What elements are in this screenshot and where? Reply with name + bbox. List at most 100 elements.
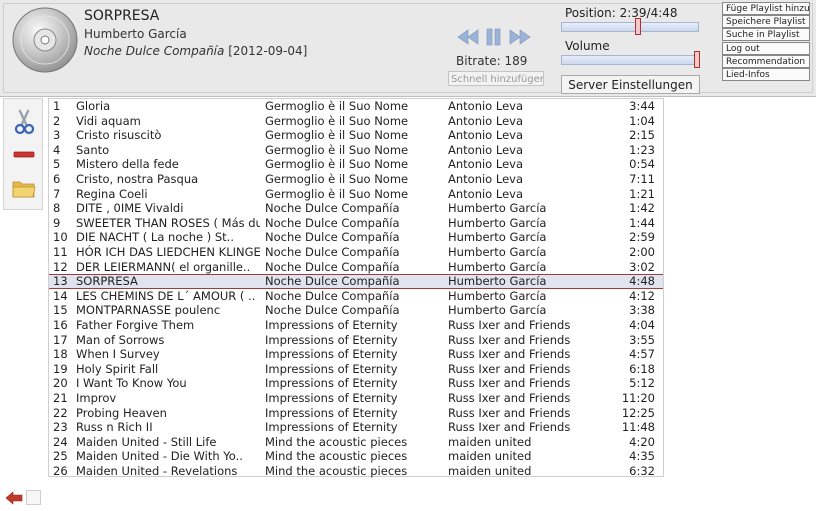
track-title: Cristo risuscitò [76, 128, 162, 143]
track-title: Mistero della fede [76, 157, 179, 172]
track-duration: 1:42 [629, 201, 655, 216]
track-number: 26 [53, 464, 68, 478]
quick-add-input[interactable]: Schnell hinzufügen [448, 71, 544, 86]
track-artist: Antonio Leva [448, 99, 524, 113]
bottom-bar [2, 488, 44, 508]
track-title: MONTPARNASSE poulenc [76, 303, 221, 318]
recommendation-button[interactable]: Recommendation [722, 55, 810, 68]
track-number: 19 [53, 361, 68, 376]
track-album: Noche Dulce Compañía [265, 303, 400, 318]
table-row[interactable]: 13 SORPRESA Noche Dulce Compañía Humberto G… [49, 274, 663, 289]
track-title: Vidi aquam [76, 113, 141, 128]
table-row[interactable]: 16 Father Forgive Them Impressions of Eter… [49, 318, 663, 333]
rewind-icon[interactable] [456, 26, 480, 48]
volume-slider-handle[interactable] [694, 51, 701, 68]
add-playlist-button[interactable]: Füge Playlist hinzu [722, 2, 810, 15]
table-row[interactable]: 5 Mistero della fede Germoglio è il Suo No… [49, 157, 663, 172]
track-artist: Russ Ixer and Friends [448, 391, 571, 405]
track-album: Germoglio è il Suo Nome [265, 99, 409, 113]
playlist-table: 1 Gloria Germoglio è il Suo Nome Antonio Le… [48, 98, 664, 479]
table-row[interactable]: 8 DITE , 0IME Vivaldi Noche Dulce Compañía… [49, 201, 663, 216]
table-row[interactable]: 24 Maiden United - Still Life Mind the aco… [49, 435, 663, 450]
now-playing-album: Noche Dulce Compañía [84, 44, 225, 58]
track-duration: 3:02 [629, 259, 655, 274]
folder-icon[interactable] [11, 175, 37, 201]
track-duration: 4:35 [629, 449, 655, 464]
track-duration: 2:59 [629, 230, 655, 245]
table-row[interactable]: 7 Regina Coeli Germoglio è il Suo Nome Anto… [49, 187, 663, 202]
blank-icon[interactable] [26, 490, 41, 505]
track-album: Germoglio è il Suo Nome [265, 157, 409, 172]
position-slider-handle[interactable] [635, 18, 642, 35]
table-row[interactable]: 1 Gloria Germoglio è il Suo Nome Antonio Le… [49, 99, 663, 114]
track-number: 10 [53, 230, 68, 245]
track-number: 21 [53, 391, 68, 405]
track-number: 14 [53, 288, 68, 303]
track-artist: Humberto García [448, 245, 547, 259]
track-duration: 1:04 [629, 113, 655, 128]
track-artist: Russ Ixer and Friends [448, 405, 571, 420]
logout-button[interactable]: Log out [722, 42, 810, 55]
track-title: Russ n Rich II [76, 420, 153, 435]
table-row[interactable]: 21 Improv Impressions of Eternity Russ Ixer… [49, 391, 663, 406]
table-row[interactable]: 11 HÓR ICH DAS LIEDCHEN KLINGE.. Noche Dul… [49, 245, 663, 260]
table-row[interactable]: 4 Santo Germoglio è il Suo Nome Antonio Lev… [49, 143, 663, 158]
track-album: Impressions of Eternity [265, 347, 398, 362]
pause-icon[interactable] [482, 26, 506, 48]
track-duration: 4:57 [629, 347, 655, 362]
table-row[interactable]: 3 Cristo risuscitò Germoglio è il Suo Nome… [49, 128, 663, 143]
track-album: Germoglio è il Suo Nome [265, 113, 409, 128]
track-number: 24 [53, 434, 68, 449]
table-row[interactable]: 20 I Want To Know You Impressions of Etern… [49, 376, 663, 391]
volume-slider[interactable] [561, 51, 701, 68]
table-row[interactable]: 6 Cristo, nostra Pasqua Germoglio è il Suo… [49, 172, 663, 187]
track-duration: 6:18 [629, 361, 655, 376]
position-slider[interactable] [561, 18, 699, 35]
table-row[interactable]: 9 SWEETER THAN ROSES ( Más du.. Noche Dulc… [49, 216, 663, 231]
track-album: Impressions of Eternity [265, 376, 398, 391]
track-artist: Antonio Leva [448, 157, 524, 172]
table-row[interactable]: 17 Man of Sorrows Impressions of Eternity R… [49, 333, 663, 348]
track-duration: 4:12 [629, 288, 655, 303]
save-playlist-button[interactable]: Speichere Playlist [722, 15, 810, 28]
now-playing-date: [2012-09-04] [228, 44, 308, 58]
table-row[interactable]: 18 When I Survey Impressions of Eternity Ru… [49, 347, 663, 362]
track-artist: Antonio Leva [448, 142, 524, 157]
track-artist: Russ Ixer and Friends [448, 420, 571, 435]
track-title: LES CHEMINS DE L´ AMOUR ( .. [76, 288, 256, 303]
table-row[interactable]: 12 DER LEIERMANN( el organille.. Noche Dul… [49, 260, 663, 275]
now-playing-artist: Humberto García [84, 27, 187, 41]
track-title: Regina Coeli [76, 186, 148, 201]
track-number: 4 [53, 142, 61, 157]
table-row[interactable]: 19 Holy Spirit Fall Impressions of Eternit… [49, 362, 663, 377]
back-arrow-icon[interactable] [4, 490, 24, 506]
song-info-button[interactable]: Lied-Infos [722, 68, 810, 81]
track-artist: maiden united [448, 449, 532, 464]
track-artist: Antonio Leva [448, 128, 524, 143]
now-playing-title: SORPRESA [84, 8, 160, 24]
table-row[interactable]: 15 MONTPARNASSE poulenc Noche Dulce Compañ… [49, 303, 663, 318]
track-album: Germoglio è il Suo Nome [265, 142, 409, 157]
track-title: Man of Sorrows [76, 332, 165, 347]
forward-icon[interactable] [508, 26, 532, 48]
remove-icon[interactable] [11, 142, 37, 168]
table-row[interactable]: 25 Maiden United - Die With Yo.. Mind the … [49, 449, 663, 464]
table-row[interactable]: 2 Vidi aquam Germoglio è il Suo Nome Antoni… [49, 114, 663, 129]
track-number: 9 [53, 215, 61, 230]
player-header: SORPRESA Humberto García Noche Dulce Com… [0, 0, 816, 97]
track-album: Noche Dulce Compañía [265, 230, 400, 245]
search-playlist-button[interactable]: Suche in Playlist [722, 28, 810, 41]
table-row[interactable]: 26 Maiden United - Revelations Mind the ac… [49, 464, 663, 479]
table-row[interactable]: 10 DIE NACHT ( La noche ) St.. Noche Dulce… [49, 230, 663, 245]
table-row[interactable]: 22 Probing Heaven Impressions of Eternity R… [49, 406, 663, 421]
server-settings-button[interactable]: Server Einstellungen [561, 75, 700, 94]
track-title: Improv [76, 391, 117, 405]
scissors-icon[interactable] [11, 109, 37, 135]
table-row[interactable]: 23 Russ n Rich II Impressions of Eternity R… [49, 420, 663, 435]
table-row[interactable]: 14 LES CHEMINS DE L´ AMOUR ( .. Noche Dulc… [49, 289, 663, 304]
track-number: 3 [53, 128, 61, 143]
track-artist: Humberto García [448, 259, 547, 274]
track-duration: 4:48 [629, 274, 655, 289]
track-album: Germoglio è il Suo Nome [265, 128, 409, 143]
track-artist: Russ Ixer and Friends [448, 361, 571, 376]
